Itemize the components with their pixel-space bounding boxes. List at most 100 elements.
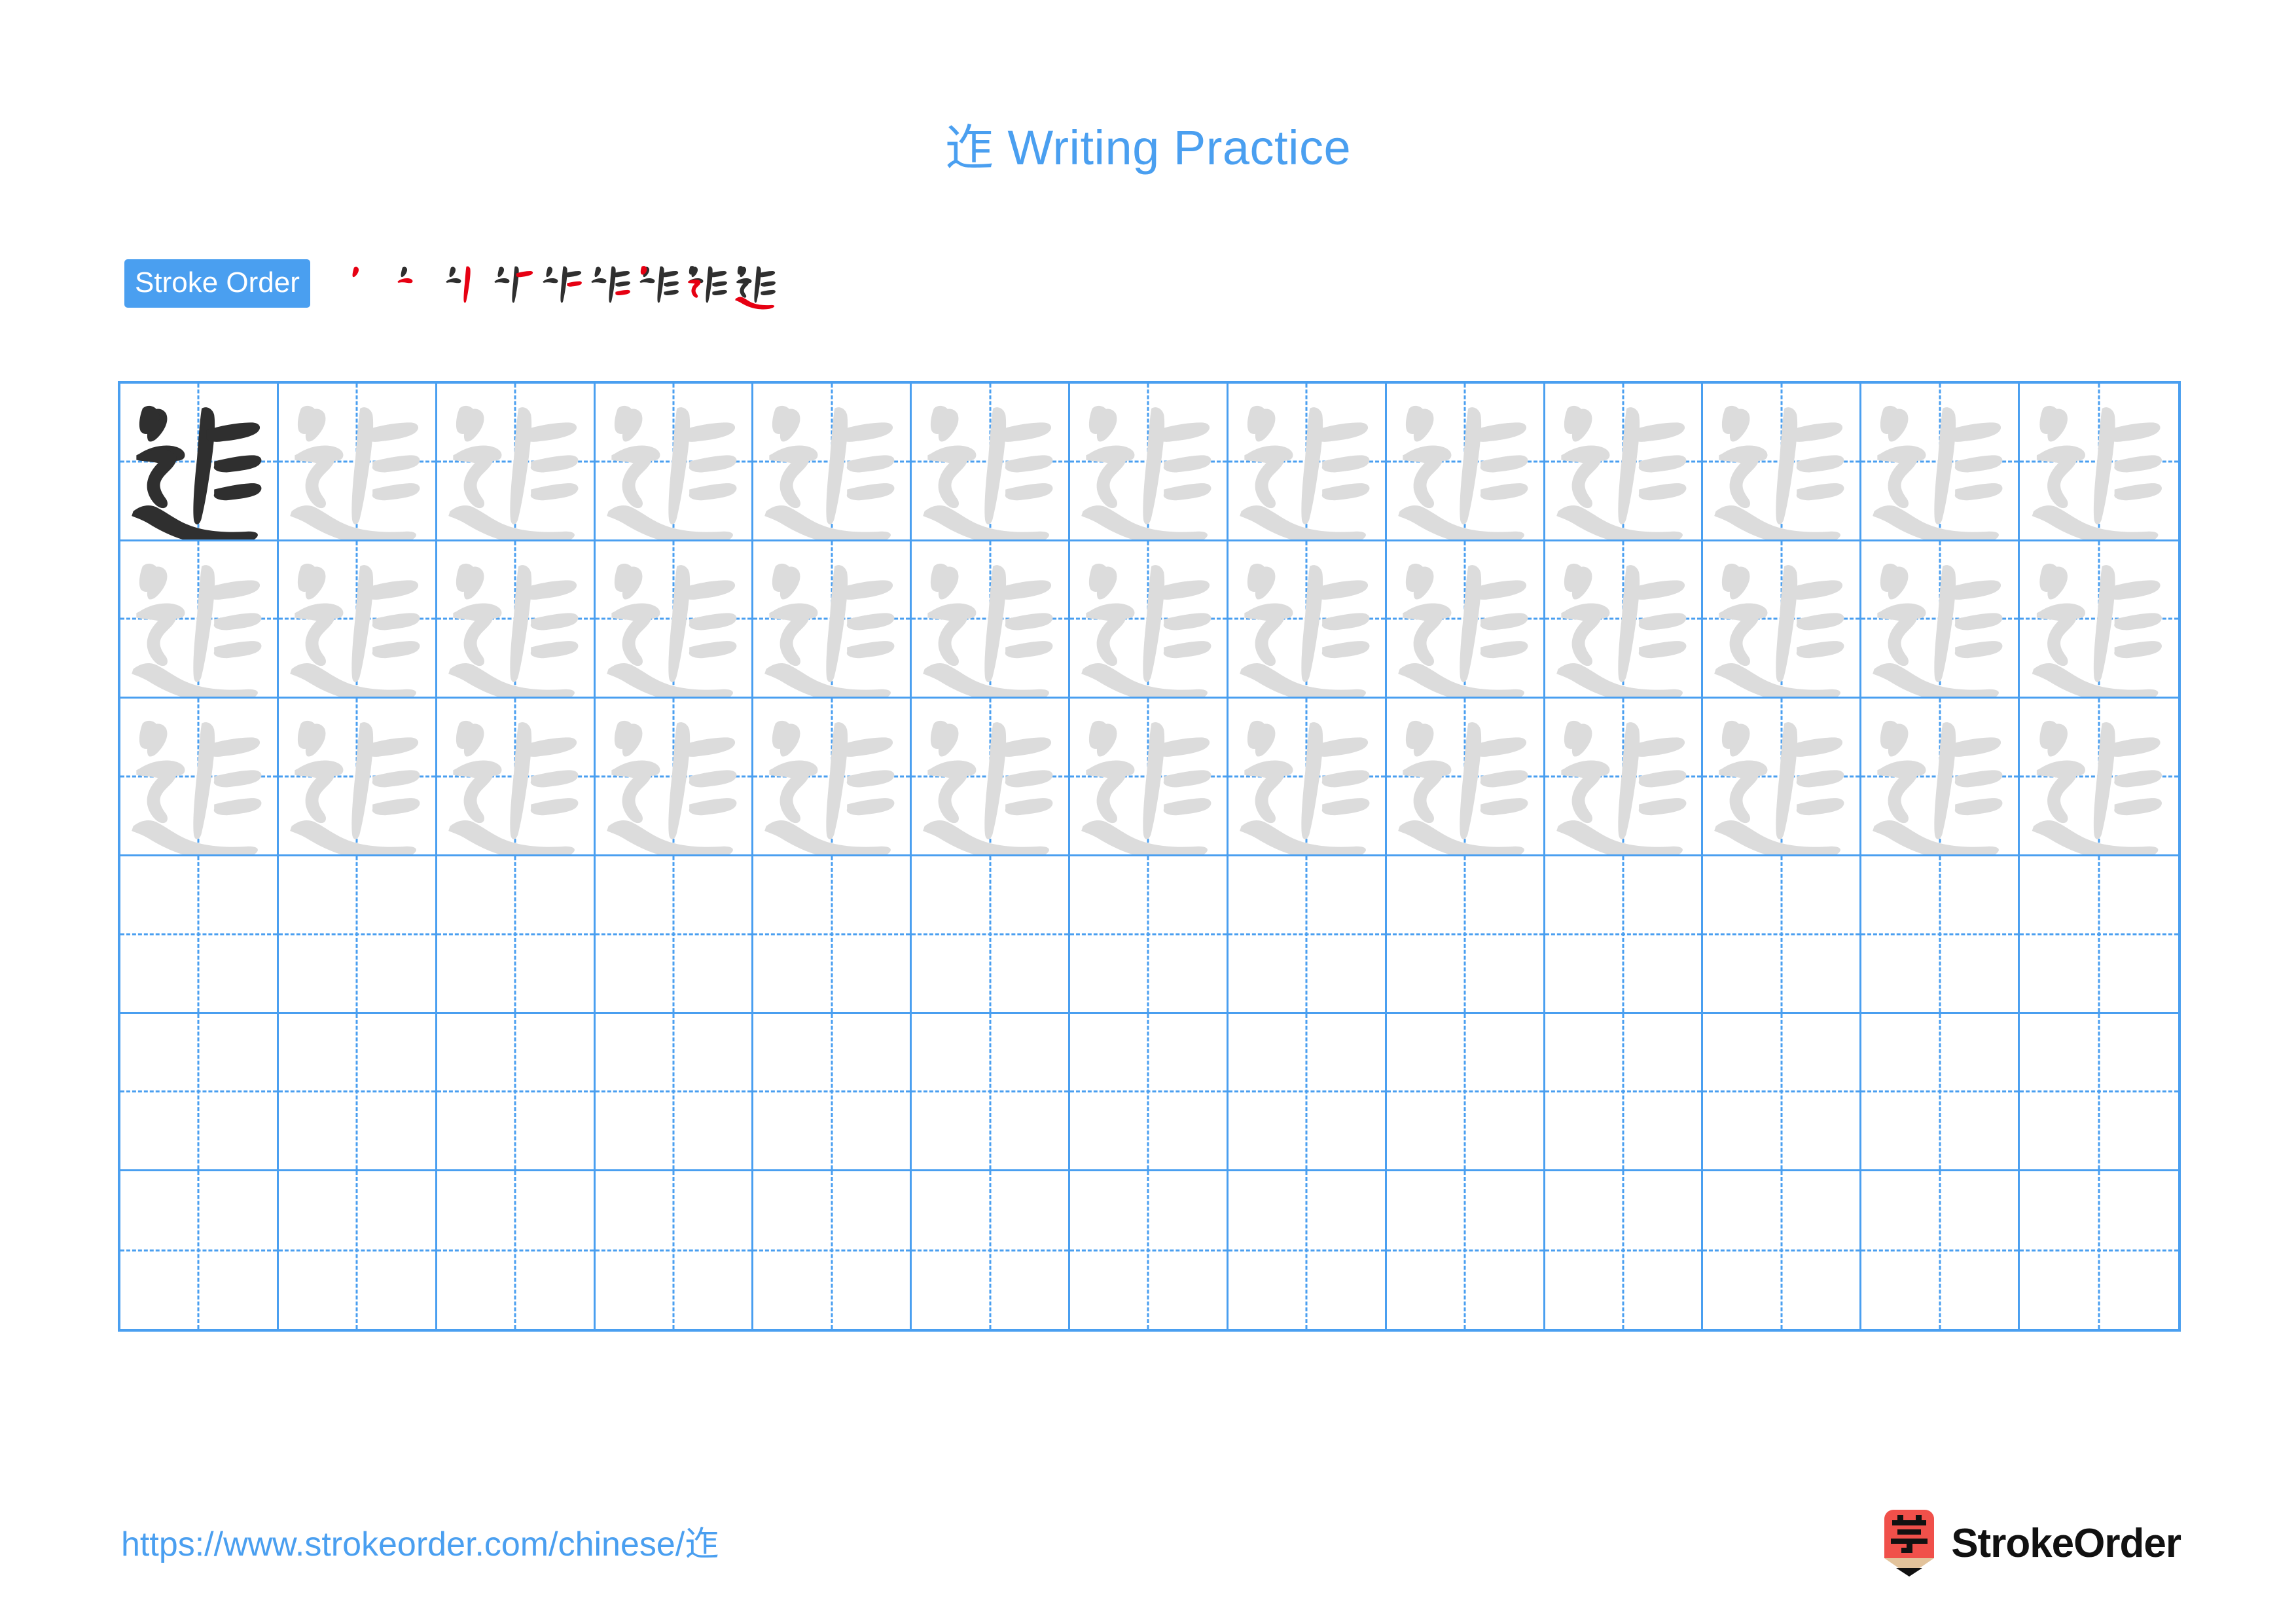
- grid-cell-r1c10[interactable]: [1545, 384, 1704, 541]
- grid-cell-r5c7[interactable]: [1070, 1013, 1229, 1172]
- grid-cell-r2c7[interactable]: [1070, 541, 1229, 699]
- grid-cell-r1c13[interactable]: [2020, 384, 2178, 541]
- traced-character: [1703, 541, 1859, 697]
- grid-cell-r2c5[interactable]: [753, 541, 912, 699]
- traced-character: [120, 541, 277, 697]
- grid-cell-r6c5[interactable]: [753, 1171, 912, 1329]
- grid-cell-r6c13[interactable]: [2020, 1171, 2178, 1329]
- grid-cell-r1c8[interactable]: [1228, 384, 1387, 541]
- grid-cell-r4c4[interactable]: [595, 856, 754, 1014]
- grid-cell-r3c8[interactable]: [1228, 699, 1387, 856]
- grid-cell-r3c5[interactable]: [753, 699, 912, 856]
- grid-cell-r1c7[interactable]: [1070, 384, 1229, 541]
- grid-cell-r1c3[interactable]: [437, 384, 596, 541]
- grid-cell-r2c2[interactable]: [278, 541, 437, 699]
- grid-cell-r3c9[interactable]: [1386, 699, 1545, 856]
- traced-character: [1545, 699, 1702, 854]
- grid-cell-r5c2[interactable]: [278, 1013, 437, 1172]
- grid-cell-r3c7[interactable]: [1070, 699, 1229, 856]
- grid-cell-r3c1[interactable]: [120, 699, 279, 856]
- grid-cell-r4c10[interactable]: [1545, 856, 1704, 1014]
- grid-cell-r1c9[interactable]: [1386, 384, 1545, 541]
- grid-cell-r6c12[interactable]: [1861, 1171, 2020, 1329]
- grid-cell-r2c13[interactable]: [2020, 541, 2178, 699]
- traced-character: [1545, 541, 1702, 697]
- grid-cell-r4c2[interactable]: [278, 856, 437, 1014]
- grid-cell-r3c13[interactable]: [2020, 699, 2178, 856]
- grid-cell-r3c3[interactable]: [437, 699, 596, 856]
- grid-cell-r4c9[interactable]: [1386, 856, 1545, 1014]
- grid-cell-r4c11[interactable]: [1703, 856, 1862, 1014]
- traced-character: [1703, 699, 1859, 854]
- grid-cell-r3c4[interactable]: [595, 699, 754, 856]
- traced-character: [1861, 384, 2018, 539]
- grid-cell-r5c13[interactable]: [2020, 1014, 2178, 1172]
- grid-cell-r2c4[interactable]: [595, 541, 754, 699]
- traced-character: [279, 384, 435, 539]
- brand-logo[interactable]: StrokeOrder: [1882, 1501, 2181, 1585]
- footer-url-character: 迮: [685, 1525, 719, 1564]
- grid-cell-r5c1[interactable]: [120, 1013, 279, 1172]
- grid-cell-r3c11[interactable]: [1703, 699, 1862, 856]
- grid-cell-r5c4[interactable]: [595, 1013, 754, 1172]
- traced-character: [1070, 541, 1227, 697]
- grid-cell-r4c6[interactable]: [912, 856, 1071, 1014]
- traced-character: [596, 384, 752, 539]
- stroke-step-9: [732, 250, 780, 322]
- grid-cell-r5c11[interactable]: [1703, 1013, 1862, 1172]
- pencil-icon: [1882, 1507, 1937, 1579]
- traced-character: [1229, 384, 1385, 539]
- traced-character: [437, 384, 594, 539]
- traced-character: [279, 699, 435, 854]
- grid-cell-r3c2[interactable]: [278, 699, 437, 856]
- grid-cell-r2c10[interactable]: [1545, 541, 1704, 699]
- grid-cell-r1c2[interactable]: [278, 384, 437, 541]
- grid-cell-r2c9[interactable]: [1386, 541, 1545, 699]
- grid-cell-r6c2[interactable]: [279, 1171, 437, 1329]
- grid-cell-r5c8[interactable]: [1228, 1013, 1387, 1172]
- grid-cell-r6c10[interactable]: [1545, 1171, 1704, 1329]
- grid-cell-r5c5[interactable]: [753, 1013, 912, 1172]
- stroke-order-section: Stroke Order: [124, 259, 780, 338]
- grid-cell-r1c11[interactable]: [1703, 384, 1862, 541]
- grid-cell-r6c9[interactable]: [1387, 1171, 1545, 1329]
- grid-cell-r1c1[interactable]: [120, 384, 279, 541]
- grid-cell-r2c8[interactable]: [1228, 541, 1387, 699]
- traced-character: [1703, 384, 1859, 539]
- grid-cell-r4c12[interactable]: [1861, 856, 2020, 1014]
- grid-cell-r5c10[interactable]: [1545, 1013, 1704, 1172]
- grid-cell-r3c10[interactable]: [1545, 699, 1704, 856]
- grid-cell-r1c6[interactable]: [912, 384, 1071, 541]
- grid-cell-r6c7[interactable]: [1070, 1171, 1229, 1329]
- footer-url[interactable]: https://www.strokeorder.com/chinese/迮: [121, 1516, 719, 1565]
- grid-cell-r6c6[interactable]: [912, 1171, 1071, 1329]
- grid-cell-r4c13[interactable]: [2020, 856, 2178, 1014]
- stroke-step-1: [344, 250, 393, 322]
- grid-cell-r1c4[interactable]: [595, 384, 754, 541]
- grid-cell-r2c11[interactable]: [1703, 541, 1862, 699]
- grid-cell-r2c1[interactable]: [120, 541, 279, 699]
- grid-cell-r4c5[interactable]: [753, 856, 912, 1014]
- grid-cell-r3c6[interactable]: [912, 699, 1071, 856]
- grid-cell-r6c4[interactable]: [596, 1171, 754, 1329]
- grid-cell-r6c11[interactable]: [1703, 1171, 1862, 1329]
- grid-cell-r4c7[interactable]: [1070, 856, 1229, 1014]
- grid-cell-r4c8[interactable]: [1228, 856, 1387, 1014]
- grid-cell-r5c6[interactable]: [912, 1013, 1071, 1172]
- grid-cell-r2c6[interactable]: [912, 541, 1071, 699]
- grid-cell-r5c12[interactable]: [1861, 1013, 2020, 1172]
- grid-cell-r2c12[interactable]: [1861, 541, 2020, 699]
- grid-cell-r6c8[interactable]: [1229, 1171, 1387, 1329]
- grid-cell-r6c3[interactable]: [437, 1171, 596, 1329]
- grid-cell-r1c12[interactable]: [1861, 384, 2020, 541]
- grid-cell-r5c9[interactable]: [1386, 1013, 1545, 1172]
- grid-cell-r2c3[interactable]: [437, 541, 596, 699]
- grid-cell-r5c3[interactable]: [437, 1013, 596, 1172]
- grid-cell-r1c5[interactable]: [753, 384, 912, 541]
- grid-cell-r3c12[interactable]: [1861, 699, 2020, 856]
- page-title-text: Writing Practice: [994, 120, 1352, 175]
- grid-cell-r4c3[interactable]: [437, 856, 596, 1014]
- grid-cell-r4c1[interactable]: [120, 856, 279, 1014]
- grid-cell-r6c1[interactable]: [120, 1171, 279, 1329]
- page-title-character: 迮: [944, 120, 994, 176]
